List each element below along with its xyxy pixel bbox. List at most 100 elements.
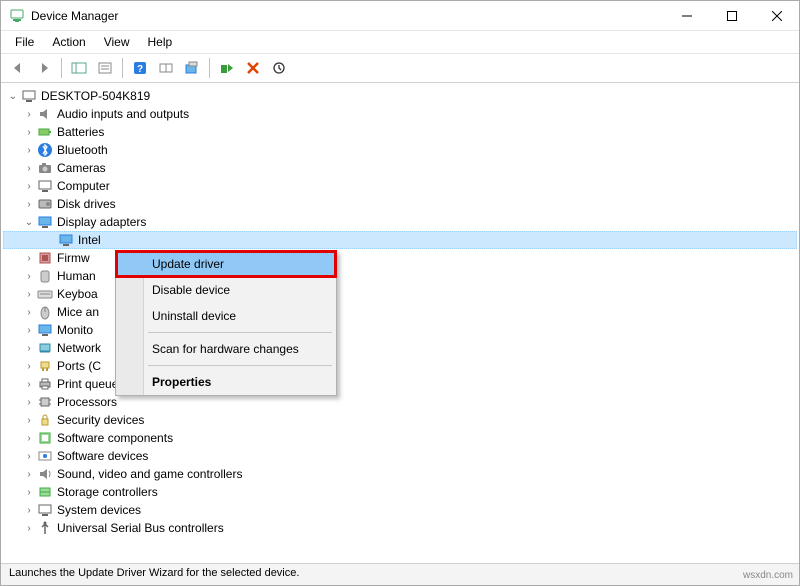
menu-file[interactable]: File (7, 33, 42, 51)
tree-label: Human (57, 269, 96, 283)
tree-node-display-adapters[interactable]: ⌄Display adapters (3, 213, 797, 231)
tree-node[interactable]: › Software devices (3, 447, 797, 465)
update-driver-button[interactable] (180, 57, 204, 79)
camera-icon (37, 160, 53, 176)
help-button[interactable]: ? (128, 57, 152, 79)
menu-bar: File Action View Help (1, 31, 799, 54)
expander-icon[interactable]: › (23, 288, 35, 300)
system-icon (37, 502, 53, 518)
expander-icon[interactable]: › (23, 522, 35, 534)
menu-action[interactable]: Action (44, 33, 93, 51)
tree-label: System devices (57, 503, 141, 517)
expander-icon[interactable]: › (23, 504, 35, 516)
ctx-disable-device[interactable]: Disable device (116, 277, 336, 303)
software-components-icon (37, 430, 53, 446)
expander-icon[interactable]: › (23, 378, 35, 390)
ctx-scan-hardware[interactable]: Scan for hardware changes (116, 336, 336, 362)
back-button[interactable] (6, 57, 30, 79)
tree-node-display-child[interactable]: Intel (3, 231, 797, 249)
storage-icon (37, 484, 53, 500)
context-menu: Update driver Disable device Uninstall d… (115, 250, 337, 396)
show-hide-console-button[interactable] (67, 57, 91, 79)
ctx-update-driver[interactable]: Update driver (116, 251, 336, 277)
expander-icon[interactable]: › (23, 270, 35, 282)
tree-node[interactable]: › Storage controllers (3, 483, 797, 501)
tree-node[interactable]: ›Software components (3, 429, 797, 447)
expander-icon[interactable]: › (23, 396, 35, 408)
tree-label: Monito (57, 323, 93, 337)
tree-node[interactable]: ›Bluetooth (3, 141, 797, 159)
tree-node[interactable]: › Universal Serial Bus controllers (3, 519, 797, 537)
tree-label: Firmw (57, 251, 90, 265)
menu-help[interactable]: Help (140, 33, 181, 51)
expander-icon[interactable]: › (23, 342, 35, 354)
tree-node[interactable]: › Sound, video and game controllers (3, 465, 797, 483)
toolbar-sep (209, 58, 210, 78)
expander-icon[interactable]: › (23, 198, 35, 210)
tree-node[interactable]: ›Computer (3, 177, 797, 195)
expander-icon[interactable]: › (23, 450, 35, 462)
ctx-properties[interactable]: Properties (116, 369, 336, 395)
expander-icon[interactable]: › (23, 306, 35, 318)
expander-icon[interactable]: › (23, 360, 35, 372)
tree-label: Audio inputs and outputs (57, 107, 189, 121)
expander-icon[interactable]: › (23, 468, 35, 480)
expander-icon[interactable]: ⌄ (7, 90, 19, 102)
close-button[interactable] (754, 1, 799, 31)
expander-icon[interactable]: › (23, 414, 35, 426)
toolbar-sep (61, 58, 62, 78)
scan-hardware-button[interactable] (154, 57, 178, 79)
expander-icon[interactable]: › (23, 108, 35, 120)
expander-icon[interactable]: › (23, 126, 35, 138)
tree-root[interactable]: ⌄ DESKTOP-504K819 (3, 87, 797, 105)
uninstall-device-button[interactable] (241, 57, 265, 79)
tree-node[interactable]: › Disk drives (3, 195, 797, 213)
tree-label: Storage controllers (57, 485, 158, 499)
monitor-icon (37, 322, 53, 338)
sound-icon (37, 466, 53, 482)
tree-node[interactable]: › System devices (3, 501, 797, 519)
tree-node[interactable]: › Security devices (3, 411, 797, 429)
titlebar: Device Manager (1, 1, 799, 31)
status-bar: Launches the Update Driver Wizard for th… (1, 563, 799, 585)
expander-icon[interactable]: › (23, 162, 35, 174)
mouse-icon (37, 304, 53, 320)
display-icon (37, 214, 53, 230)
tree-label: Disk drives (57, 197, 116, 211)
ctx-separator (148, 365, 332, 366)
display-icon (58, 232, 74, 248)
tree-label: Cameras (57, 161, 106, 175)
expander-icon[interactable]: › (23, 252, 35, 264)
enable-device-button[interactable] (215, 57, 239, 79)
tree-label: Intel (78, 233, 101, 247)
toolbar: ? (1, 54, 799, 83)
watermark: wsxdn.com (743, 570, 793, 581)
keyboard-icon (37, 286, 53, 302)
rescan-button[interactable] (267, 57, 291, 79)
tree-label: Batteries (57, 125, 104, 139)
expander-icon[interactable]: › (23, 486, 35, 498)
tree-label: Universal Serial Bus controllers (57, 521, 224, 535)
expander-icon[interactable]: › (23, 432, 35, 444)
tree-label: Security devices (57, 413, 144, 427)
menu-view[interactable]: View (96, 33, 138, 51)
tree-node[interactable]: › Cameras (3, 159, 797, 177)
expander-icon[interactable]: › (23, 180, 35, 192)
ctx-uninstall-device[interactable]: Uninstall device (116, 303, 336, 329)
expander-icon[interactable]: ⌄ (23, 216, 35, 228)
maximize-button[interactable] (709, 1, 754, 31)
ctx-separator (148, 332, 332, 333)
tree-label: Keyboa (57, 287, 98, 301)
tree-node[interactable]: › Audio inputs and outputs (3, 105, 797, 123)
security-icon (37, 412, 53, 428)
tree-node[interactable]: › Batteries (3, 123, 797, 141)
tree-label: Mice an (57, 305, 99, 319)
expander-icon[interactable]: › (23, 324, 35, 336)
tree-label: Sound, video and game controllers (57, 467, 242, 481)
usb-icon (37, 520, 53, 536)
tree-label: Software devices (57, 449, 148, 463)
minimize-button[interactable] (664, 1, 709, 31)
expander-icon[interactable]: › (23, 144, 35, 156)
forward-button[interactable] (32, 57, 56, 79)
properties-button[interactable] (93, 57, 117, 79)
